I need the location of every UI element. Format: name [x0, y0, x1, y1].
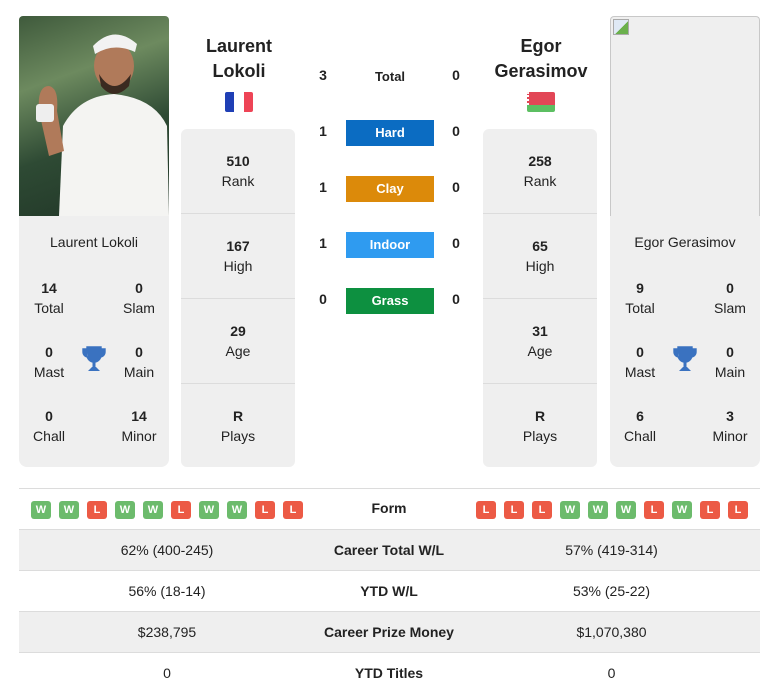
h2h-total-p2: 0 — [452, 67, 460, 83]
form-loss-badge: L — [532, 501, 552, 519]
comparison-row: 0 YTD Titles 0 — [19, 653, 760, 694]
player1-profile-stats: 510 Rank 167 High 29 Age R Plays — [181, 129, 295, 467]
form-loss-badge: L — [476, 501, 496, 519]
h2h-hard-p1: 1 — [319, 123, 327, 139]
belarus-flag-icon — [527, 92, 555, 112]
france-flag-icon — [225, 92, 253, 112]
form-win-badge: W — [616, 501, 636, 519]
player1-form: WWLWWLWWLL — [31, 501, 303, 519]
player1-titles-card: Laurent Lokoli 14 Total 0 Slam 0 Mast 0 Main… — [19, 216, 169, 467]
player2-titles-card: Egor Gerasimov 9 Total 0 Slam 0 Mast 0 Main … — [610, 216, 760, 467]
comparison-row: 62% (400-245) Career Total W/L 57% (419-… — [19, 530, 760, 571]
player1-titles-total: 14 Total — [34, 280, 64, 316]
ytd-titles-p2: 0 — [607, 665, 616, 681]
broken-image-icon — [613, 19, 629, 35]
player1-name[interactable]: Laurent Lokoli — [181, 34, 297, 84]
form-label: Form — [371, 500, 407, 516]
trophy-icon — [673, 346, 697, 371]
player2-photo — [610, 16, 760, 216]
player1-photo-figure — [36, 34, 169, 216]
h2h-hard-p2: 0 — [452, 123, 460, 139]
player2-profile-stats: 258 Rank 65 High 31 Age R Plays — [483, 129, 597, 467]
form-loss-badge: L — [283, 501, 303, 519]
form-loss-badge: L — [171, 501, 191, 519]
player1-high: 167 High — [223, 238, 253, 274]
ytd-wl-label: YTD W/L — [360, 583, 418, 599]
form-win-badge: W — [560, 501, 580, 519]
form-loss-badge: L — [87, 501, 107, 519]
surface-clay-badge: Clay — [346, 176, 434, 202]
player2-rank: 258 Rank — [523, 153, 557, 189]
surface-grass-badge: Grass — [346, 288, 434, 314]
comparison-row: $238,795 Career Prize Money $1,070,380 — [19, 612, 760, 653]
form-win-badge: W — [227, 501, 247, 519]
form-win-badge: W — [199, 501, 219, 519]
player1-age: 29 Age — [225, 323, 251, 359]
form-loss-badge: L — [504, 501, 524, 519]
player1-titles-slam: 0 Slam — [123, 280, 155, 316]
ytd-titles-p1: 0 — [163, 665, 171, 681]
comparison-row: 56% (18-14) YTD W/L 53% (25-22) — [19, 571, 760, 612]
h2h-clay-p1: 1 — [319, 179, 327, 195]
form-loss-badge: L — [644, 501, 664, 519]
player2-age: 31 Age — [527, 323, 553, 359]
form-win-badge: W — [31, 501, 51, 519]
form-loss-badge: L — [700, 501, 720, 519]
h2h-total-p1: 3 — [319, 67, 327, 83]
player2-high: 65 High — [525, 238, 555, 274]
player2-titles-total: 9 Total — [625, 280, 655, 316]
career-wl-p1: 62% (400-245) — [120, 542, 214, 558]
ytd-wl-p1: 56% (18-14) — [128, 583, 206, 599]
player1-photo — [19, 16, 169, 216]
player2-titles-slam: 0 Slam — [714, 280, 746, 316]
form-win-badge: W — [588, 501, 608, 519]
h2h-grass-p1: 0 — [319, 291, 327, 307]
h2h-clay-p2: 0 — [452, 179, 460, 195]
form-loss-badge: L — [728, 501, 748, 519]
player2-titles-minor: 3 Minor — [712, 408, 748, 444]
player2-form: LLLWWWLWLL — [476, 501, 748, 519]
form-loss-badge: L — [255, 501, 275, 519]
trophy-icon — [82, 346, 106, 371]
form-win-badge: W — [115, 501, 135, 519]
ytd-titles-label: YTD Titles — [354, 665, 424, 681]
surface-indoor-badge: Indoor — [346, 232, 434, 258]
player1-card-name: Laurent Lokoli — [50, 234, 138, 250]
player2-plays: R Plays — [522, 408, 558, 444]
career-wl-p2: 57% (419-314) — [565, 542, 658, 558]
form-win-badge: W — [143, 501, 163, 519]
h2h-grass-p2: 0 — [452, 291, 460, 307]
player2-titles-chall: 6 Chall — [624, 408, 656, 444]
player2-titles-mast: 0 Mast — [624, 344, 656, 380]
form-win-badge: W — [672, 501, 692, 519]
player2-titles-main: 0 Main — [714, 344, 746, 380]
player1-rank: 510 Rank — [221, 153, 255, 189]
player1-titles-chall: 0 Chall — [33, 408, 65, 444]
prize-money-label: Career Prize Money — [324, 624, 454, 640]
h2h-indoor-p1: 1 — [319, 235, 327, 251]
h2h-total-label: Total — [374, 69, 406, 84]
player1-plays: R Plays — [220, 408, 256, 444]
form-win-badge: W — [59, 501, 79, 519]
surface-hard-badge: Hard — [346, 120, 434, 146]
player1-titles-main: 0 Main — [123, 344, 155, 380]
player2-name[interactable]: Egor Gerasimov — [483, 34, 599, 84]
h2h-indoor-p2: 0 — [452, 235, 460, 251]
career-wl-label: Career Total W/L — [333, 542, 445, 558]
prize-money-p1: $238,795 — [137, 624, 197, 640]
player1-titles-minor: 14 Minor — [121, 408, 157, 444]
prize-money-p2: $1,070,380 — [576, 624, 647, 640]
player1-titles-mast: 0 Mast — [33, 344, 65, 380]
ytd-wl-p2: 53% (25-22) — [572, 583, 651, 599]
player2-card-name: Egor Gerasimov — [634, 234, 736, 250]
